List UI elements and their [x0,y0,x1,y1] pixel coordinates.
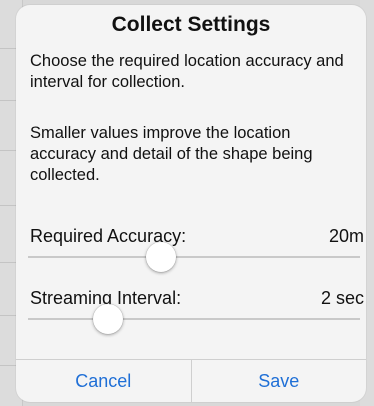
slider-track [28,256,360,258]
slider-thumb[interactable] [92,304,123,334]
dialog-description-2: Smaller values improve the location accu… [30,124,313,184]
cancel-button[interactable]: Cancel [16,360,192,402]
save-button[interactable]: Save [192,360,367,402]
dialog-description-1: Choose the required location accuracy an… [30,52,344,91]
slider-track [28,318,360,320]
streaming-interval-slider[interactable] [28,304,360,334]
collect-settings-dialog: Collect Settings Choose the required loc… [16,5,366,402]
dialog-buttons: Cancel Save [16,359,366,402]
slider-thumb[interactable] [145,242,176,272]
required-accuracy-slider[interactable] [28,242,360,272]
dialog-title: Collect Settings [111,13,271,36]
